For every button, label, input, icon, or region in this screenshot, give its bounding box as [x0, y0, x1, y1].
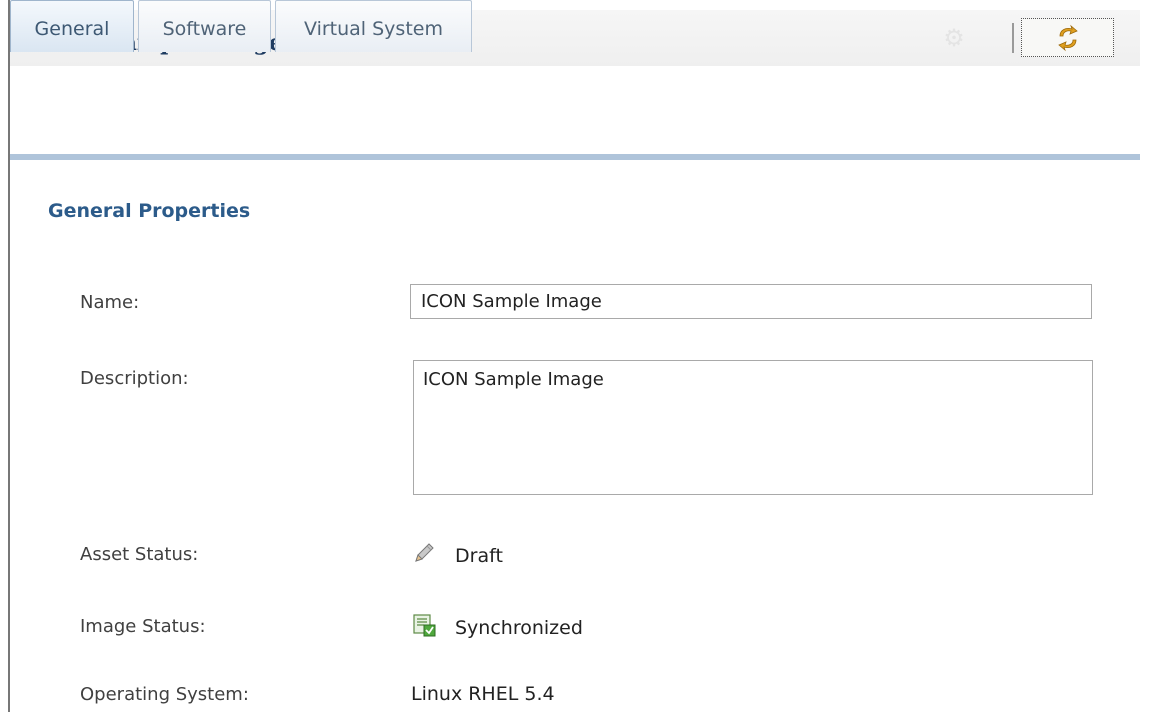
tab-virtual-system[interactable]: Virtual System [275, 0, 472, 52]
operating-system-value: Linux RHEL 5.4 [411, 683, 555, 705]
asset-status-value: Draft [455, 545, 503, 567]
name-label: Name: [80, 292, 140, 313]
image-properties-panel: ICON Sample Image ⚙ General Software Vir… [0, 0, 1149, 712]
panel-left-border [8, 0, 10, 712]
description-textarea[interactable]: ICON Sample Image [413, 360, 1093, 495]
operating-system-label: Operating System: [80, 684, 249, 705]
tab-general[interactable]: General [10, 0, 134, 52]
tab-software-label: Software [162, 18, 247, 40]
synchronized-icon [413, 614, 436, 637]
pencil-icon [415, 543, 434, 562]
description-label: Description: [80, 368, 189, 389]
image-status-value: Synchronized [455, 617, 583, 639]
refresh-icon [1058, 24, 1078, 52]
asset-status-label: Asset Status: [80, 544, 199, 565]
refresh-button[interactable] [1021, 18, 1114, 57]
disabled-action-icon: ⚙ [943, 24, 965, 52]
section-title: General Properties [48, 200, 251, 222]
tab-software[interactable]: Software [138, 0, 271, 52]
name-input[interactable] [410, 284, 1092, 319]
toolbar-separator [1012, 23, 1014, 53]
tab-virtual-system-label: Virtual System [304, 18, 443, 40]
tab-strip-underline [10, 154, 1140, 160]
tab-general-label: General [34, 18, 110, 40]
image-status-label: Image Status: [80, 616, 206, 637]
